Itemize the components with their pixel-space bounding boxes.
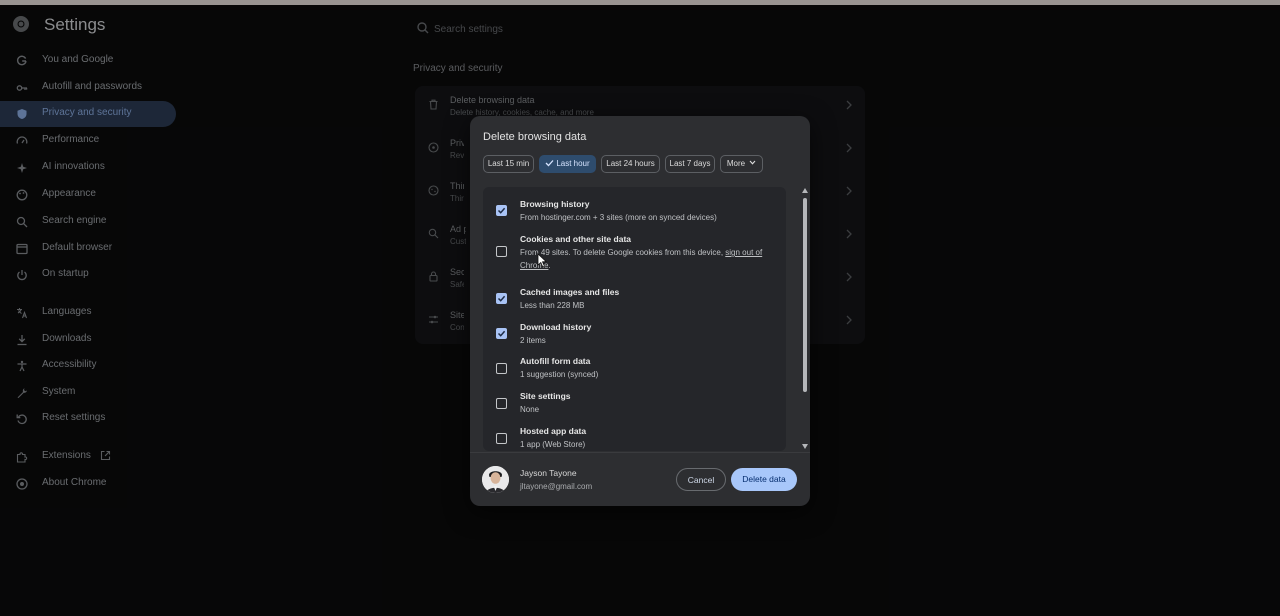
item-title: Browsing history [520, 199, 590, 209]
checkbox-download-history[interactable] [496, 328, 507, 339]
list-item-cookies[interactable]: Cookies and other site data From 49 site… [483, 223, 786, 273]
item-title: Site settings [520, 391, 571, 401]
list-item-download-history[interactable]: Download history 2 items [483, 311, 786, 345]
data-types-list[interactable]: Browsing history From hostinger.com + 3 … [483, 187, 786, 451]
checkbox-autofill-form-data[interactable] [496, 363, 507, 374]
checkmark-icon [497, 295, 506, 302]
item-subtitle: 1 app (Web Store) [520, 440, 586, 449]
checkbox-cached-images[interactable] [496, 293, 507, 304]
list-item-site-settings[interactable]: Site settings None [483, 380, 786, 414]
delete-data-button[interactable]: Delete data [731, 468, 797, 491]
time-range-chip-last-24-hours[interactable]: Last 24 hours [601, 155, 660, 173]
time-range-chip-last-7-days[interactable]: Last 7 days [665, 155, 715, 173]
checkbox-browsing-history[interactable] [496, 205, 507, 216]
chip-label: Last 15 min [487, 159, 530, 168]
chip-label: Last 24 hours [606, 159, 655, 168]
checkmark-icon [497, 330, 506, 337]
checkbox-site-settings[interactable] [496, 398, 507, 409]
time-range-chip-last-hour[interactable]: Last hour [539, 155, 596, 173]
checkmark-icon [545, 160, 554, 167]
avatar-person-icon [482, 466, 509, 493]
item-subtitle-text: From 49 sites. To delete Google cookies … [520, 248, 726, 257]
item-subtitle-suffix: . [548, 261, 551, 270]
checkmark-icon [497, 207, 506, 214]
item-title: Autofill form data [520, 356, 591, 366]
dialog-title: Delete browsing data [483, 131, 587, 143]
account-email: jltayone@gmail.com [520, 482, 593, 491]
checkbox-cookies[interactable] [496, 246, 507, 257]
chip-label: Last 7 days [669, 159, 711, 168]
list-item-hosted-app-data[interactable]: Hosted app data 1 app (Web Store) [483, 415, 786, 449]
scroll-up-arrow-icon[interactable] [802, 188, 808, 193]
scrollbar-thumb[interactable] [803, 198, 807, 392]
list-item-cached-images[interactable]: Cached images and files Less than 228 MB [483, 276, 786, 310]
item-title: Hosted app data [520, 426, 587, 436]
footer-divider [470, 452, 810, 453]
list-scrollbar[interactable] [801, 188, 809, 450]
time-range-chip-last-15-min[interactable]: Last 15 min [483, 155, 534, 173]
list-item-browsing-history[interactable]: Browsing history From hostinger.com + 3 … [483, 187, 786, 222]
chip-label: Last hour [556, 159, 590, 168]
mouse-pointer-icon [537, 253, 547, 268]
scroll-down-arrow-icon[interactable] [802, 444, 808, 449]
item-title: Cookies and other site data [520, 234, 631, 244]
item-title: Download history [520, 322, 592, 332]
avatar [482, 466, 509, 493]
list-item-autofill-form-data[interactable]: Autofill form data 1 suggestion (synced) [483, 345, 786, 379]
time-range-more-dropdown[interactable]: More [720, 155, 763, 173]
account-name: Jayson Tayone [520, 468, 577, 478]
chevron-down-icon [749, 160, 756, 165]
checkbox-hosted-app-data[interactable] [496, 433, 507, 444]
delete-browsing-data-dialog: Delete browsing data Last 15 min Last ho… [470, 116, 810, 506]
cancel-button[interactable]: Cancel [676, 468, 726, 491]
item-title: Cached images and files [520, 287, 620, 297]
chip-label: More [726, 159, 746, 168]
item-subtitle: From 49 sites. To delete Google cookies … [520, 246, 775, 272]
